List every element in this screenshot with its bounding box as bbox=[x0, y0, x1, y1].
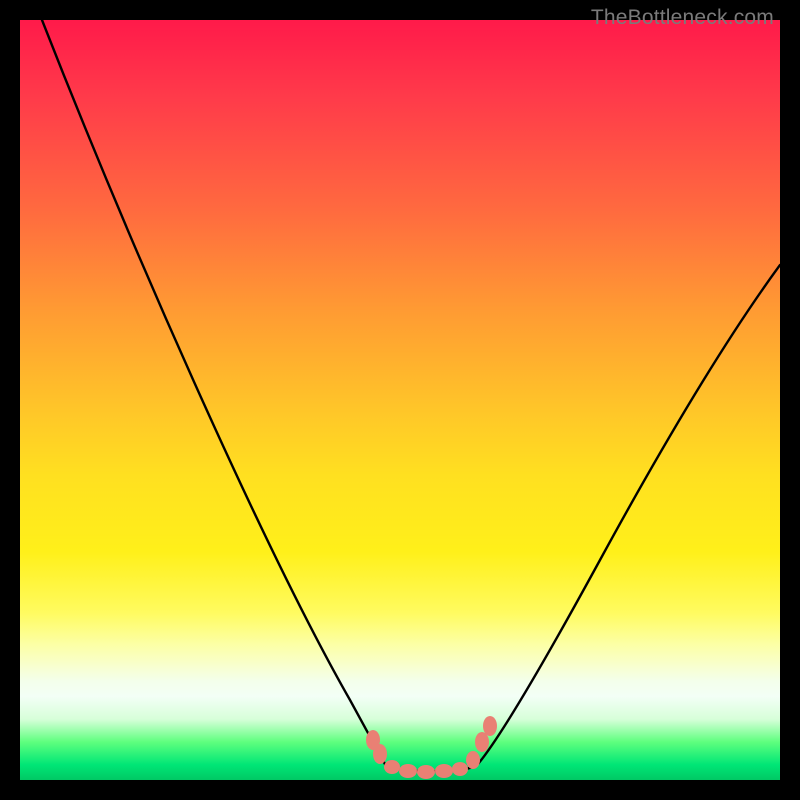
plot-area bbox=[20, 20, 780, 780]
dot-marker bbox=[435, 764, 453, 778]
watermark-text: TheBottleneck.com bbox=[591, 6, 774, 30]
chart-svg bbox=[20, 20, 780, 780]
dot-markers-group bbox=[366, 716, 497, 779]
dot-marker bbox=[452, 762, 468, 776]
dot-marker bbox=[417, 765, 435, 779]
dot-marker bbox=[373, 744, 387, 764]
dot-marker bbox=[475, 732, 489, 752]
dot-marker bbox=[399, 764, 417, 778]
dot-marker bbox=[483, 716, 497, 736]
left-curve bbox=[42, 20, 386, 766]
right-curve bbox=[478, 265, 780, 764]
dot-marker bbox=[384, 760, 400, 774]
dot-marker bbox=[466, 751, 480, 769]
